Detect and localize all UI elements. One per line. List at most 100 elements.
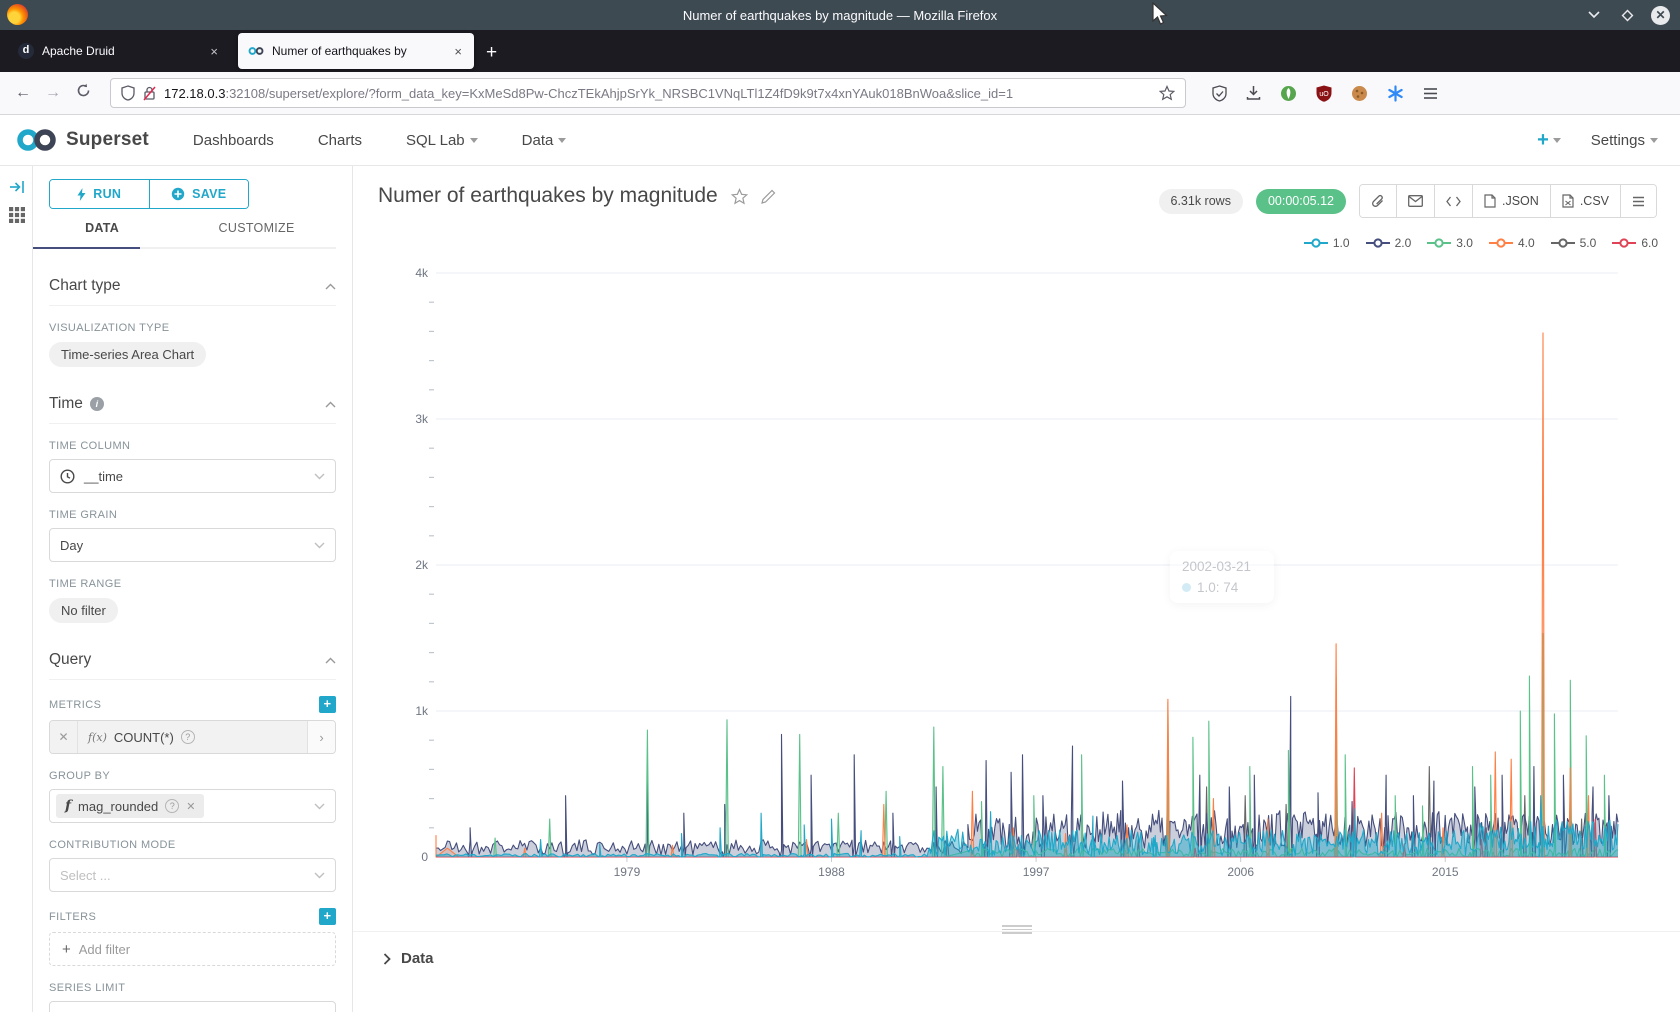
legend-marker-icon [1489, 238, 1513, 248]
superset-logo[interactable]: Superset [14, 127, 149, 153]
section-time[interactable]: Time i [49, 391, 336, 417]
window-titlebar: Numer of earthquakes by magnitude — Mozi… [0, 0, 1680, 30]
file-icon [1484, 194, 1496, 208]
time-column-select[interactable]: __time [49, 459, 336, 493]
metric-control[interactable]: ✕ f(x) COUNT(*) ? › [49, 720, 336, 754]
email-button[interactable] [1397, 185, 1435, 217]
nav-data[interactable]: Data [522, 132, 567, 149]
add-filter-plus-button[interactable]: + [319, 908, 336, 925]
explore-chart-panel: Numer of earthquakes by magnitude 6.31k … [353, 166, 1680, 1012]
legend-item-6.0[interactable]: 6.0 [1612, 236, 1658, 250]
viz-type-pill[interactable]: Time-series Area Chart [49, 342, 206, 367]
tab-customize[interactable]: CUSTOMIZE [177, 221, 336, 247]
remove-dimension-icon[interactable]: ✕ [186, 800, 195, 813]
browser-tab-strip: d Apache Druid × Numer of earthquakes by… [0, 30, 1680, 72]
expand-metric-icon[interactable]: › [307, 721, 335, 753]
superset-navbar: Superset Dashboards Charts SQL Lab Data … [0, 115, 1680, 166]
legend-label: 4.0 [1518, 236, 1535, 250]
insecure-lock-icon[interactable] [143, 86, 156, 101]
viz-type-label: VISUALIZATION TYPE [49, 322, 336, 334]
nav-sql-lab[interactable]: SQL Lab [406, 132, 478, 149]
legend-item-1.0[interactable]: 1.0 [1304, 236, 1350, 250]
tab-title: Numer of earthquakes by [272, 44, 452, 58]
extension-blue-asterisk-icon[interactable] [1387, 85, 1404, 102]
download-icon[interactable] [1246, 85, 1261, 101]
window-close-icon[interactable]: ✕ [1651, 6, 1670, 25]
copy-link-button[interactable] [1360, 185, 1397, 217]
settings-menu[interactable]: Settings [1591, 132, 1658, 149]
window-minimize-icon[interactable] [1585, 6, 1603, 24]
code-icon [1446, 196, 1461, 207]
ublock-shield-icon[interactable]: uO [1316, 85, 1332, 102]
chevron-up-icon [325, 401, 336, 408]
legend-item-4.0[interactable]: 4.0 [1489, 236, 1535, 250]
legend-item-5.0[interactable]: 5.0 [1551, 236, 1597, 250]
nav-dashboards[interactable]: Dashboards [193, 132, 274, 149]
export-json-button[interactable]: .JSON [1473, 185, 1551, 217]
tab-apache-druid[interactable]: d Apache Druid × [8, 33, 230, 69]
legend-item-2.0[interactable]: 2.0 [1366, 236, 1412, 250]
new-tab-button[interactable]: + [486, 42, 497, 64]
resize-handle[interactable] [1002, 925, 1032, 934]
forward-icon[interactable]: → [38, 84, 68, 102]
svg-text:1997: 1997 [1023, 865, 1050, 879]
add-metric-button[interactable]: + [319, 696, 336, 713]
tracking-shield-icon[interactable] [121, 85, 135, 101]
data-section-header[interactable]: Data [383, 950, 434, 967]
chart-tooltip: 2002-03-21 1.0: 74 [1170, 551, 1274, 603]
nav-charts[interactable]: Charts [318, 132, 362, 149]
group-by-pill[interactable]: f mag_rounded ? ✕ [56, 794, 204, 818]
collapsed-datasource-strip [0, 166, 33, 1012]
active-tab-underline [33, 247, 140, 249]
menu-bars-icon [1632, 196, 1645, 207]
section-chart-type[interactable]: Chart type [49, 273, 336, 299]
legend-item-3.0[interactable]: 3.0 [1427, 236, 1473, 250]
add-filter-dropzone[interactable]: + Add filter [49, 932, 336, 966]
back-icon[interactable]: ← [8, 84, 38, 102]
chevron-down-icon [558, 138, 566, 143]
embed-code-button[interactable] [1435, 185, 1473, 217]
protections-shield-icon[interactable] [1212, 85, 1227, 102]
extension-green-icon[interactable] [1280, 85, 1297, 102]
cookie-icon[interactable] [1351, 85, 1368, 102]
druid-favicon-icon: d [18, 43, 34, 59]
chevron-right-icon [383, 953, 391, 965]
query-timer-badge: 00:00:05.12 [1256, 189, 1346, 214]
window-maximize-icon[interactable] [1618, 6, 1636, 24]
lightning-icon [77, 188, 86, 201]
group-by-label: GROUP BY [49, 770, 336, 782]
remove-metric-icon[interactable]: ✕ [50, 721, 78, 753]
brand-name: Superset [66, 129, 149, 151]
run-button[interactable]: RUN [50, 180, 150, 208]
metric-name: COUNT(*) [114, 730, 174, 745]
chart-menu-button[interactable] [1621, 185, 1656, 217]
legend-label: 6.0 [1641, 236, 1658, 250]
tab-close-icon[interactable]: × [208, 44, 220, 59]
save-button[interactable]: SAVE [150, 180, 249, 208]
tab-superset-explore[interactable]: Numer of earthquakes by × [238, 33, 474, 69]
tooltip-date: 2002-03-21 [1182, 559, 1262, 574]
series-limit-select[interactable]: Select ... [49, 1001, 336, 1012]
svg-text:4k: 4k [415, 266, 429, 280]
time-range-pill[interactable]: No filter [49, 598, 118, 623]
timeseries-area-chart[interactable]: 01k2k3k4k19791988199720062015 [353, 258, 1680, 933]
edit-pencil-icon[interactable] [761, 189, 776, 204]
add-new-button[interactable]: + [1537, 129, 1561, 152]
time-grain-select[interactable]: Day [49, 528, 336, 562]
tab-data[interactable]: DATA [49, 221, 155, 247]
contribution-mode-select[interactable]: Select ... [49, 858, 336, 892]
plus-icon: + [62, 941, 71, 958]
export-csv-button[interactable]: .CSV [1551, 185, 1621, 217]
url-bar[interactable]: 172.18.0.3:32108/superset/explore/?form_… [110, 78, 1186, 108]
bookmark-star-icon[interactable] [1159, 85, 1175, 101]
section-query[interactable]: Query [49, 647, 336, 673]
group-by-select[interactable]: f mag_rounded ? ✕ [49, 789, 336, 823]
hamburger-menu-icon[interactable] [1423, 87, 1438, 100]
envelope-icon [1408, 195, 1423, 207]
reload-icon[interactable] [68, 83, 98, 103]
favorite-star-icon[interactable] [731, 188, 748, 205]
tab-close-icon[interactable]: × [452, 44, 464, 59]
expand-panel-icon[interactable] [10, 180, 25, 194]
dataset-grid-icon[interactable] [8, 206, 26, 224]
row-count-badge: 6.31k rows [1159, 189, 1243, 214]
